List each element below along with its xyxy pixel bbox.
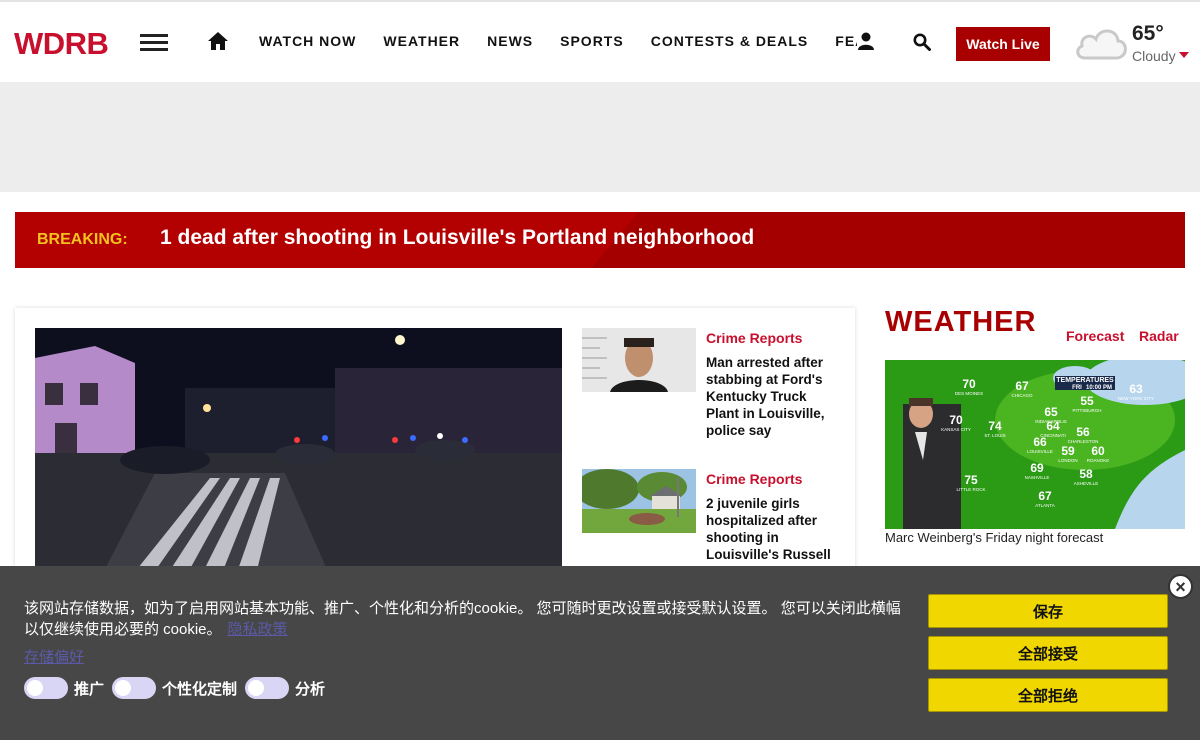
radar-link[interactable]: Radar (1139, 328, 1179, 344)
map-header: TEMPERATURES (1056, 377, 1114, 384)
top-stories-card: Crime Reports Man arrested after stabbin… (15, 308, 855, 608)
map-city-temp: 69 (1030, 461, 1044, 475)
nav-contests-deals[interactable]: CONTESTS & DEALS (651, 33, 809, 49)
story-headline[interactable]: Man arrested after stabbing at Ford's Ke… (706, 354, 836, 439)
chevron-down-icon[interactable] (1179, 52, 1189, 58)
map-city-temp: 74 (988, 419, 1002, 433)
map-city-name: PITTSBURGH (1072, 408, 1101, 413)
forecast-link[interactable]: Forecast (1066, 328, 1124, 344)
weather-forecast-video[interactable]: TEMPERATURES FRI 10:00 PM 70DES MOINES67… (885, 360, 1185, 529)
map-city-name: ST. LOUIS (984, 433, 1005, 438)
map-city-temp: 66 (1033, 435, 1047, 449)
map-city-name: ATLANTA (1035, 503, 1055, 508)
toggle-label: 推广 (74, 680, 105, 698)
map-city-name: KANSAS CITY (941, 427, 971, 432)
map-header-time: 10:00 PM (1086, 385, 1112, 391)
breaking-headline[interactable]: 1 dead after shooting in Louisville's Po… (160, 226, 754, 250)
story-thumbnail[interactable] (582, 328, 696, 392)
save-button[interactable]: 保存 (928, 594, 1168, 628)
map-city-name: CHICAGO (1011, 393, 1033, 398)
story-headline[interactable]: 2 juvenile girls hospitalized after shoo… (706, 495, 836, 563)
hero-image[interactable] (35, 328, 562, 588)
user-icon[interactable] (857, 32, 875, 50)
map-city-name: LOUISVILLE (1027, 449, 1053, 454)
map-city-temp: 75 (964, 473, 978, 487)
current-condition[interactable]: Cloudy (1132, 48, 1176, 64)
cookie-message: 该网站存储数据，如为了启用网站基本功能、推广、个性化和分析的cookie。 您可… (24, 598, 914, 640)
main-nav: WATCH NOW WEATHER NEWS SPORTS CONTESTS & DEA… (259, 33, 857, 53)
map-city-name: DES MOINES (955, 391, 983, 396)
cookie-text: 该网站存储数据，如为了启用网站基本功能、推广、个性化和分析的cookie。 您可… (24, 600, 901, 638)
nav-weather[interactable]: WEATHER (383, 33, 460, 49)
map-city-name: NASHVILLE (1025, 475, 1050, 480)
nav-sports[interactable]: SPORTS (560, 33, 624, 49)
breaking-label: BREAKING: (37, 231, 128, 248)
toggle-promotion[interactable] (24, 677, 68, 699)
menu-icon[interactable] (140, 34, 168, 52)
toggle-label: 个性化定制 (162, 680, 238, 698)
map-city-temp: 60 (1091, 444, 1105, 458)
story-category[interactable]: Crime Reports (706, 471, 802, 487)
privacy-policy-link[interactable]: 隐私政策 (228, 621, 288, 638)
reject-all-button[interactable]: 全部拒绝 (928, 678, 1168, 712)
map-city-name: ROANOKE (1087, 458, 1110, 463)
map-city-temp: 64 (1046, 419, 1060, 433)
map-city-temp: 67 (1015, 379, 1029, 393)
story-category[interactable]: Crime Reports (706, 330, 802, 346)
map-city-temp: 65 (1044, 405, 1058, 419)
map-city-name: LONDON (1058, 458, 1077, 463)
accept-all-button[interactable]: 全部接受 (928, 636, 1168, 670)
storage-preferences-link[interactable]: 存储偏好 (24, 646, 84, 667)
current-temperature[interactable]: 65° (1132, 22, 1164, 46)
weather-section-title: WEATHER (885, 306, 1037, 338)
map-city-temp: 58 (1079, 467, 1093, 481)
map-city-temp: 70 (962, 377, 976, 391)
search-icon[interactable] (913, 33, 931, 51)
site-logo[interactable]: WDRB (14, 26, 109, 62)
map-city-temp: 59 (1061, 444, 1075, 458)
site-header: WDRB WATCH NOW WEATHER NEWS SPORTS CONTESTS … (0, 2, 1200, 82)
map-city-temp: 67 (1038, 489, 1052, 503)
cloud-icon (1076, 29, 1127, 60)
map-city-name: LITTLE ROCK (956, 487, 985, 492)
close-icon[interactable]: × (1168, 574, 1193, 599)
weather-caption[interactable]: Marc Weinberg's Friday night forecast (885, 530, 1103, 545)
ad-placeholder (0, 82, 1200, 192)
map-city-temp: 56 (1076, 425, 1090, 439)
map-city-name: ASHEVILLE (1074, 481, 1099, 486)
nav-features[interactable]: FEATURES (835, 33, 857, 49)
map-city-temp: 55 (1080, 394, 1094, 408)
watch-live-button[interactable]: Watch Live (956, 27, 1050, 61)
map-city-temp: 63 (1129, 382, 1143, 396)
cookie-toggles: 推广 个性化定制 分析 (24, 677, 333, 699)
story-thumbnail[interactable] (582, 469, 696, 533)
map-city-temp: 70 (949, 413, 963, 427)
toggle-label: 分析 (295, 680, 326, 698)
breaking-news-banner[interactable]: BREAKING: 1 dead after shooting in Louis… (15, 212, 1185, 268)
toggle-personalization[interactable] (112, 677, 157, 699)
nav-watch-now[interactable]: WATCH NOW (259, 33, 356, 49)
cookie-banner: 该网站存储数据，如为了启用网站基本功能、推广、个性化和分析的cookie。 您可… (0, 566, 1200, 740)
toggle-analytics[interactable] (245, 677, 290, 699)
map-header-day: FRI (1072, 385, 1082, 391)
home-icon[interactable] (207, 31, 229, 51)
nav-news[interactable]: NEWS (487, 33, 533, 49)
map-city-name: NEW YORK CITY (1118, 396, 1154, 401)
